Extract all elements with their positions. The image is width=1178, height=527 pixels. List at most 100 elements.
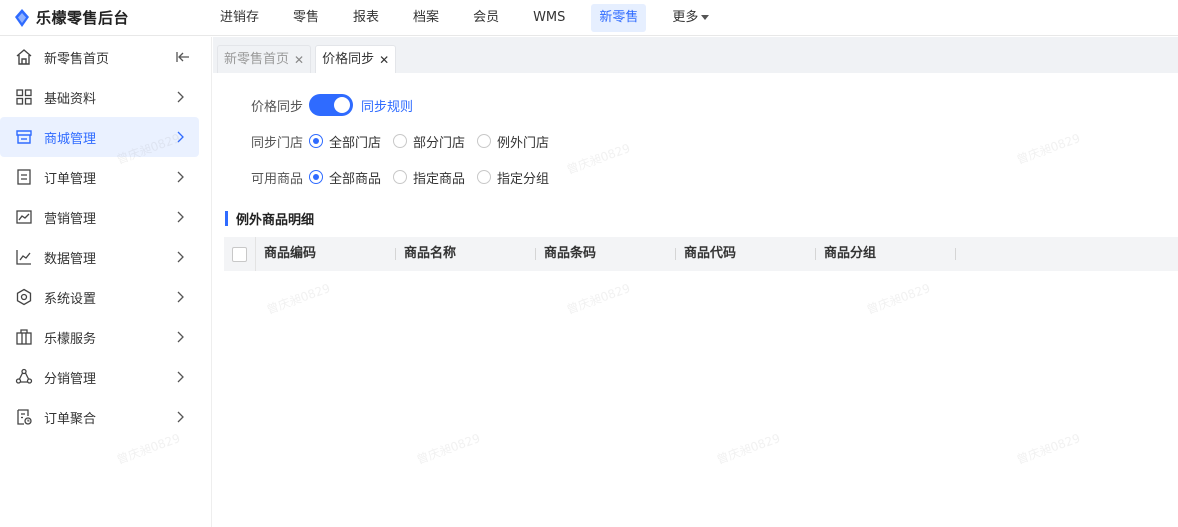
- chevron-right-icon: [177, 371, 184, 383]
- tab-price-sync[interactable]: 价格同步 ✕: [315, 45, 397, 74]
- sidebar-item-label: 分销管理: [44, 371, 97, 387]
- price-sync-form: 价格同步 同步规则 同步门店 全部门店 部分门店 例外门店 可用商品 全部商品 …: [213, 73, 1178, 195]
- nav-item-inventory[interactable]: 进销存: [212, 4, 267, 32]
- chevron-right-icon: [177, 251, 184, 263]
- section-title-text: 例外商品明细: [236, 212, 315, 228]
- main-content: 新零售首页 ✕ 价格同步 ✕ 价格同步 同步规则 同步门店 全部门店 部分门店 …: [213, 37, 1178, 527]
- chevron-right-icon: [177, 131, 184, 143]
- select-all-checkbox[interactable]: [232, 246, 247, 262]
- price-sync-row: 价格同步 同步规则: [251, 87, 1178, 123]
- settings-icon: [14, 287, 34, 307]
- service-icon: [14, 327, 34, 347]
- sidebar: 新零售首页 基础资料 商城管理 订单管理 营销管理 数据管理 系统设置 乐檬服务: [0, 37, 212, 527]
- radio-specified-products[interactable]: 指定商品: [393, 168, 465, 187]
- sidebar-item-label: 基础资料: [44, 91, 97, 107]
- nav-item-wms[interactable]: WMS: [525, 4, 573, 32]
- top-nav: 进销存 零售 报表 档案 会员 WMS 新零售 更多: [212, 0, 735, 36]
- sync-store-label: 同步门店: [251, 135, 304, 151]
- sidebar-item-basic-data[interactable]: 基础资料: [0, 77, 199, 117]
- sidebar-item-order-management[interactable]: 订单管理: [0, 157, 199, 197]
- logo-icon: [15, 8, 29, 27]
- sync-rule-link[interactable]: 同步规则: [361, 96, 413, 115]
- price-sync-toggle[interactable]: [309, 94, 353, 116]
- sidebar-item-distribution[interactable]: 分销管理: [0, 357, 199, 397]
- tab-bar: 新零售首页 ✕ 价格同步 ✕: [213, 37, 1178, 73]
- sidebar-item-label: 订单管理: [44, 171, 97, 187]
- sidebar-item-label: 乐檬服务: [44, 331, 97, 347]
- chevron-right-icon: [177, 411, 184, 423]
- radio-label: 部分门店: [413, 135, 466, 151]
- chart-icon: [14, 247, 34, 267]
- order-icon: [14, 167, 34, 187]
- section-title: 例外商品明细: [225, 209, 1178, 228]
- nav-item-retail[interactable]: 零售: [285, 4, 327, 32]
- chevron-right-icon: [177, 211, 184, 223]
- sidebar-item-label: 数据管理: [44, 251, 97, 267]
- sidebar-item-data-management[interactable]: 数据管理: [0, 237, 199, 277]
- radio-dot: [309, 134, 323, 148]
- sidebar-item-order-aggregation[interactable]: 订单聚合: [0, 397, 199, 437]
- radio-label: 例外门店: [497, 135, 550, 151]
- sidebar-item-mall-management[interactable]: 商城管理: [0, 117, 199, 157]
- home-icon: [14, 47, 34, 67]
- aggregate-icon: [14, 407, 34, 427]
- chevron-right-icon: [177, 91, 184, 103]
- exception-products-table-header: 商品编码 商品名称 商品条码 商品代码 商品分组: [224, 237, 1178, 271]
- sidebar-item-label: 营销管理: [44, 211, 97, 227]
- close-icon[interactable]: ✕: [379, 46, 389, 74]
- nav-item-new-retail[interactable]: 新零售: [591, 3, 647, 32]
- radio-label: 全部商品: [329, 171, 382, 187]
- sync-store-row: 同步门店 全部门店 部分门店 例外门店: [251, 123, 1178, 159]
- sidebar-item-system-settings[interactable]: 系统设置: [0, 277, 199, 317]
- nav-more-label: 更多: [672, 9, 699, 25]
- nav-item-archives[interactable]: 档案: [405, 4, 447, 32]
- radio-all-products[interactable]: 全部商品: [309, 168, 381, 187]
- sidebar-item-label: 商城管理: [44, 131, 97, 147]
- nav-item-more[interactable]: 更多: [664, 4, 717, 32]
- radio-all-stores[interactable]: 全部门店: [309, 132, 381, 151]
- radio-label: 全部门店: [329, 135, 382, 151]
- column-header-product-code[interactable]: 商品代码: [676, 237, 816, 271]
- tab-new-retail-home[interactable]: 新零售首页 ✕: [217, 45, 312, 74]
- radio-dot: [309, 170, 323, 184]
- sidebar-item-home[interactable]: 新零售首页: [0, 37, 199, 77]
- nav-item-members[interactable]: 会员: [465, 4, 507, 32]
- close-icon[interactable]: ✕: [294, 46, 304, 74]
- column-header-group[interactable]: 商品分组: [816, 237, 956, 271]
- available-products-label: 可用商品: [251, 171, 304, 187]
- app-logo[interactable]: 乐檬零售后台: [0, 7, 212, 28]
- available-products-row: 可用商品 全部商品 指定商品 指定分组: [251, 159, 1178, 195]
- radio-dot: [393, 134, 408, 148]
- sidebar-item-lemeng-service[interactable]: 乐檬服务: [0, 317, 199, 357]
- sidebar-item-marketing[interactable]: 营销管理: [0, 197, 199, 237]
- marketing-icon: [14, 207, 34, 227]
- grid-icon: [14, 87, 34, 107]
- sidebar-item-label: 订单聚合: [44, 411, 97, 427]
- sidebar-item-label: 系统设置: [44, 291, 97, 307]
- radio-partial-stores[interactable]: 部分门店: [393, 132, 465, 151]
- sidebar-item-label: 新零售首页: [44, 51, 110, 67]
- radio-dot: [393, 170, 408, 184]
- nav-item-reports[interactable]: 报表: [345, 4, 387, 32]
- radio-label: 指定商品: [413, 171, 466, 187]
- radio-label: 指定分组: [497, 171, 550, 187]
- column-header-name[interactable]: 商品名称: [396, 237, 536, 271]
- radio-exception-stores[interactable]: 例外门店: [477, 132, 549, 151]
- select-all-cell: [224, 237, 256, 271]
- tab-label: 价格同步: [322, 51, 375, 67]
- toggle-knob: [334, 97, 350, 113]
- chevron-right-icon: [177, 331, 184, 343]
- column-header-code[interactable]: 商品编码: [256, 237, 396, 271]
- chevron-right-icon: [177, 291, 184, 303]
- column-header-barcode[interactable]: 商品条码: [536, 237, 676, 271]
- tab-label: 新零售首页: [224, 51, 290, 67]
- distribution-icon: [14, 367, 34, 387]
- chevron-right-icon: [177, 171, 184, 183]
- top-bar: 乐檬零售后台 进销存 零售 报表 档案 会员 WMS 新零售 更多: [0, 0, 1178, 36]
- radio-dot: [477, 170, 492, 184]
- collapse-sidebar-icon[interactable]: [175, 49, 191, 65]
- caret-down-icon: [701, 14, 710, 20]
- radio-specified-groups[interactable]: 指定分组: [477, 168, 549, 187]
- app-title: 乐檬零售后台: [36, 9, 130, 27]
- radio-dot: [477, 134, 492, 148]
